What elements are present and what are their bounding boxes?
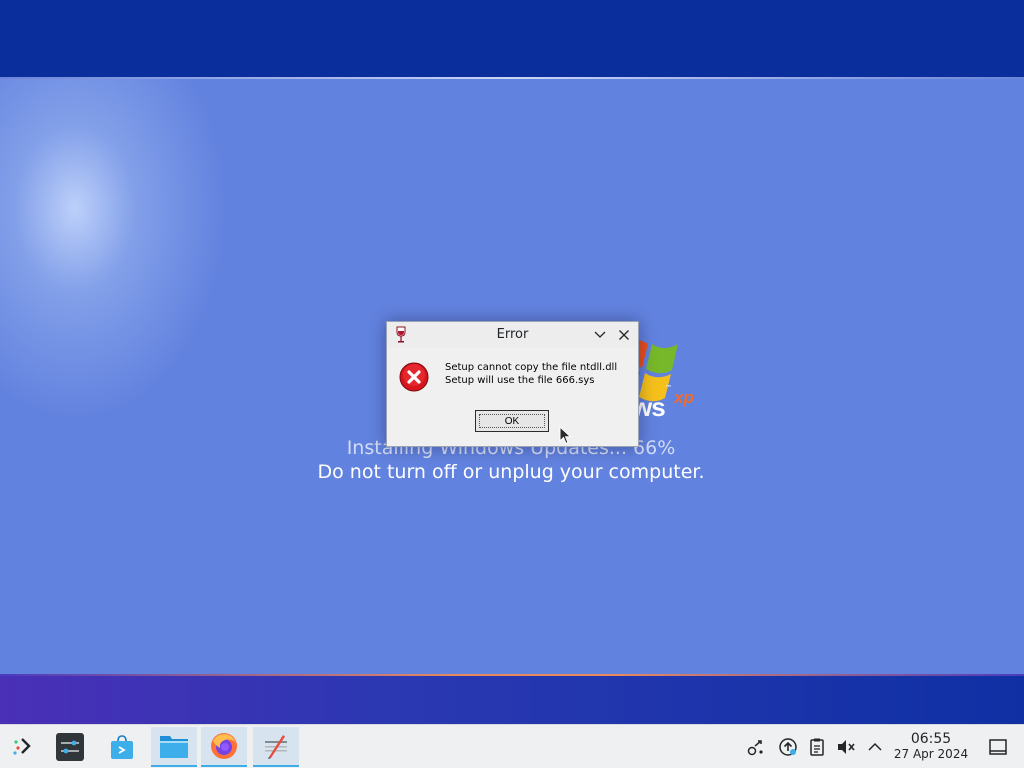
error-icon [399,362,429,392]
error-dialog: Error Setup cannot copy the file ntdll.d… [386,321,639,447]
taskbar-file-manager[interactable] [151,727,197,767]
show-desktop-icon[interactable] [988,737,1008,757]
mouse-cursor-icon [559,426,572,445]
firefox-icon [211,733,237,759]
ok-button[interactable]: OK [475,410,549,432]
taskbar-firefox[interactable] [201,727,247,767]
chevron-up-icon[interactable] [865,737,885,757]
store-bag-icon [111,735,133,759]
volume-muted-icon[interactable] [836,737,856,757]
xp-superscript: xp [674,388,694,407]
dialog-body: Setup cannot copy the file ntdll.dll Set… [387,348,638,446]
dialog-titlebar[interactable]: Error [387,322,638,348]
taskbar-wine-app[interactable] [253,727,299,767]
trademark-mark: ™ [665,384,672,392]
taskbar-discover[interactable] [99,727,145,767]
kde-launcher-icon [13,738,31,755]
taskbar-system-settings[interactable] [47,727,93,767]
application-launcher-button[interactable] [0,727,46,767]
kde-connect-icon[interactable] [746,737,766,757]
clock-date[interactable]: 27 Apr 2024 [890,747,972,761]
close-icon[interactable] [616,327,632,343]
clock-time[interactable]: 06:55 [893,731,969,747]
bottom-banner [0,676,1024,724]
pen-document-icon [265,735,287,759]
focus-ring [479,414,545,428]
error-message-line2: Setup will use the file 666.sys [445,375,595,386]
settings-sliders-icon [56,733,84,761]
clipboard-icon[interactable] [807,737,827,757]
install-warning-text: Do not turn off or unplug your computer. [317,461,705,483]
error-message-line1: Setup cannot copy the file ntdll.dll [445,362,618,373]
updates-icon[interactable] [778,737,798,757]
chevron-down-icon[interactable] [592,327,608,343]
folder-icon [160,736,188,758]
top-banner [0,0,1024,77]
taskbar [0,724,1024,768]
